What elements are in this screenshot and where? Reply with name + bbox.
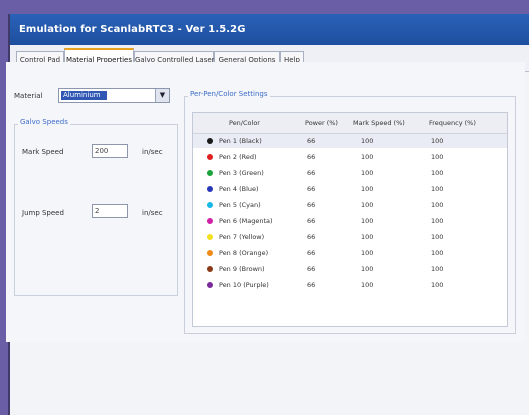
list-item[interactable]: Pen 8 (Orange) 66 100 100 <box>193 246 507 260</box>
pen-color-swatch <box>207 154 213 160</box>
column-header-frequency[interactable]: Frequency (%) <box>429 113 476 133</box>
pen-mark-speed: 100 <box>361 153 374 161</box>
pen-mark-speed: 100 <box>361 169 374 177</box>
list-item[interactable]: Pen 6 (Magenta) 66 100 100 <box>193 214 507 228</box>
column-header-pen-color[interactable]: Pen/Color <box>229 113 260 133</box>
pen-frequency: 100 <box>431 185 444 193</box>
pen-frequency: 100 <box>431 153 444 161</box>
pen-name: Pen 1 (Black) <box>219 137 262 145</box>
pen-color-swatch <box>207 138 213 144</box>
pen-frequency: 100 <box>431 249 444 257</box>
column-header-mark-speed[interactable]: Mark Speed (%) <box>353 113 405 133</box>
pen-name: Pen 6 (Magenta) <box>219 217 273 225</box>
pen-mark-speed: 100 <box>361 137 374 145</box>
list-item[interactable]: Pen 3 (Green) 66 100 100 <box>193 166 507 180</box>
list-item[interactable]: Pen 10 (Purple) 66 100 100 <box>193 278 507 292</box>
chevron-down-icon[interactable]: ▼ <box>155 89 169 102</box>
mark-speed-input[interactable]: 200 <box>92 144 128 158</box>
pen-color-swatch <box>207 234 213 240</box>
jump-speed-label: Jump Speed <box>22 209 64 217</box>
mark-speed-label: Mark Speed <box>22 148 64 156</box>
list-item[interactable]: Pen 5 (Cyan) 66 100 100 <box>193 198 507 212</box>
pen-color-swatch <box>207 202 213 208</box>
jump-speed-unit: in/sec <box>142 209 163 217</box>
pen-mark-speed: 100 <box>361 185 374 193</box>
pen-color-swatch <box>207 250 213 256</box>
pen-frequency: 100 <box>431 137 444 145</box>
galvo-speeds-title: Galvo Speeds <box>18 118 70 126</box>
pen-color-swatch <box>207 218 213 224</box>
pen-power: 66 <box>307 281 316 289</box>
material-select[interactable]: Aluminium ▼ <box>58 88 170 103</box>
column-header-power[interactable]: Power (%) <box>305 113 338 133</box>
pen-color-swatch <box>207 170 213 176</box>
pen-power: 66 <box>307 153 316 161</box>
list-item[interactable]: Pen 4 (Blue) 66 100 100 <box>193 182 507 196</box>
pen-color-list[interactable]: Pen/Color Power (%) Mark Speed (%) Frequ… <box>192 112 508 327</box>
pen-name: Pen 8 (Orange) <box>219 249 269 257</box>
pen-power: 66 <box>307 169 316 177</box>
pen-frequency: 100 <box>431 281 444 289</box>
pen-mark-speed: 100 <box>361 265 374 273</box>
pen-frequency: 100 <box>431 265 444 273</box>
pen-color-swatch <box>207 282 213 288</box>
pen-power: 66 <box>307 217 316 225</box>
pen-power: 66 <box>307 233 316 241</box>
pen-color-swatch <box>207 266 213 272</box>
pen-settings-title: Per-Pen/Color Settings <box>188 90 270 98</box>
pen-color-swatch <box>207 186 213 192</box>
pen-power: 66 <box>307 249 316 257</box>
material-selected-value: Aluminium <box>61 91 107 100</box>
pen-mark-speed: 100 <box>361 233 374 241</box>
list-item[interactable]: Pen 2 (Red) 66 100 100 <box>193 150 507 164</box>
list-header: Pen/Color Power (%) Mark Speed (%) Frequ… <box>193 113 507 134</box>
pen-frequency: 100 <box>431 169 444 177</box>
pen-name: Pen 3 (Green) <box>219 169 264 177</box>
pen-power: 66 <box>307 137 316 145</box>
pen-frequency: 100 <box>431 233 444 241</box>
pen-name: Pen 5 (Cyan) <box>219 201 261 209</box>
pen-name: Pen 10 (Purple) <box>219 281 269 289</box>
pen-name: Pen 7 (Yellow) <box>219 233 265 241</box>
pen-frequency: 100 <box>431 201 444 209</box>
window-title: Emulation for ScanlabRTC3 - Ver 1.5.2G <box>10 14 529 45</box>
pen-power: 66 <box>307 265 316 273</box>
pen-mark-speed: 100 <box>361 201 374 209</box>
material-label: Material <box>14 92 43 100</box>
pen-frequency: 100 <box>431 217 444 225</box>
pen-power: 66 <box>307 201 316 209</box>
pen-mark-speed: 100 <box>361 281 374 289</box>
pen-power: 66 <box>307 185 316 193</box>
pen-mark-speed: 100 <box>361 217 374 225</box>
pen-name: Pen 9 (Brown) <box>219 265 265 273</box>
list-item[interactable]: Pen 9 (Brown) 66 100 100 <box>193 262 507 276</box>
list-item[interactable]: Pen 7 (Yellow) 66 100 100 <box>193 230 507 244</box>
pen-name: Pen 4 (Blue) <box>219 185 259 193</box>
mark-speed-unit: in/sec <box>142 148 163 156</box>
list-item[interactable]: Pen 1 (Black) 66 100 100 <box>193 134 507 148</box>
pen-name: Pen 2 (Red) <box>219 153 257 161</box>
jump-speed-input[interactable]: 2 <box>92 204 128 218</box>
pen-mark-speed: 100 <box>361 249 374 257</box>
